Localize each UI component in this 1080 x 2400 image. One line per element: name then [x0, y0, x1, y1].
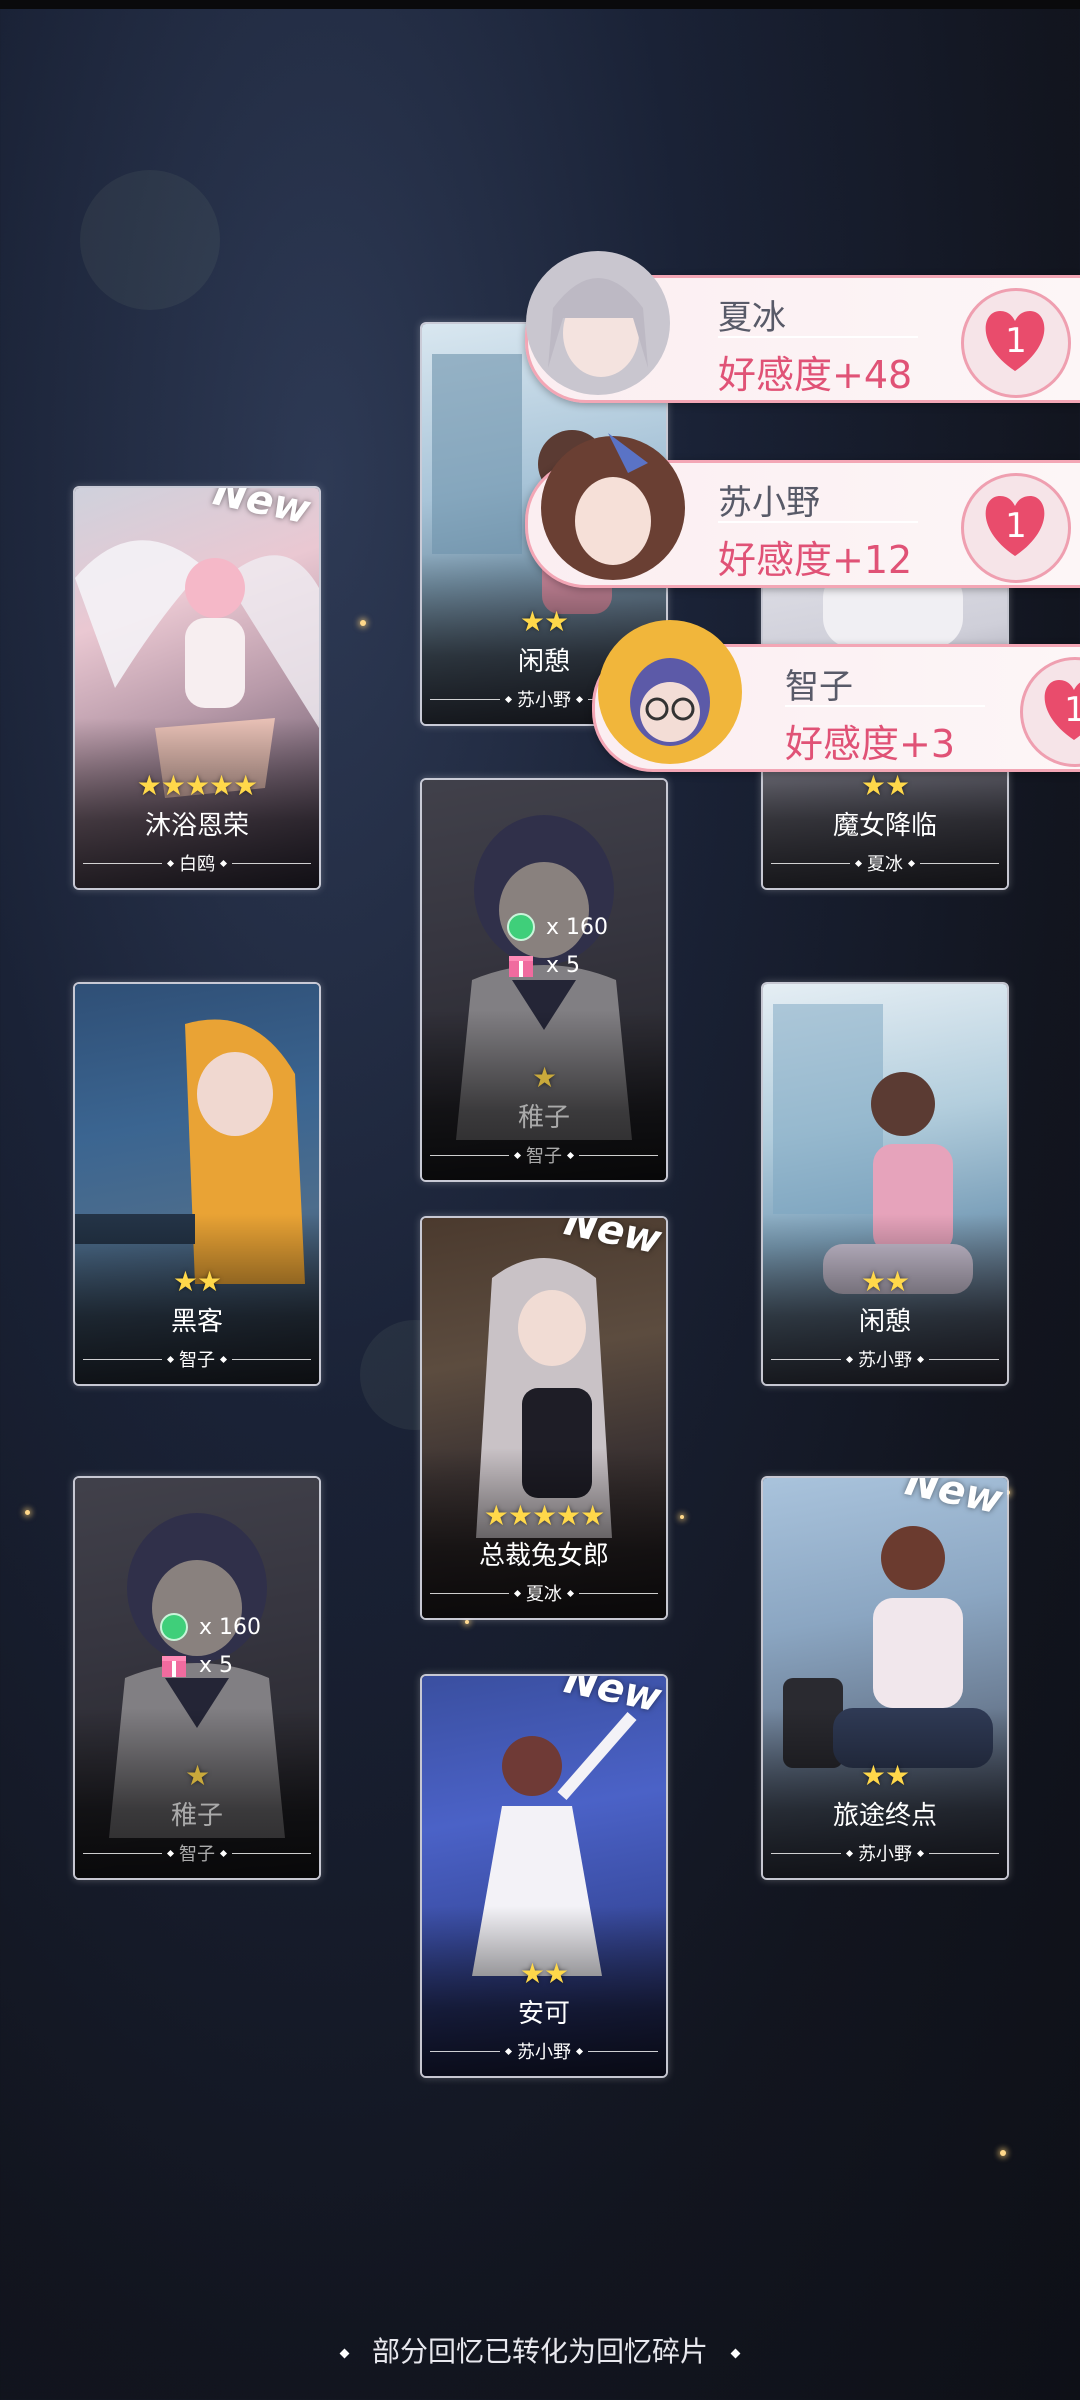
owner-name: 白鸥: [179, 854, 215, 875]
card-title: 旅途终点: [832, 1801, 937, 1831]
character-avatar: [541, 433, 685, 580]
owner-name: 智子: [179, 1350, 215, 1371]
reward-gift-count: x 5: [546, 952, 581, 978]
character-name: 夏冰: [718, 298, 786, 338]
owner-name: 智子: [526, 1146, 562, 1167]
reward-gift-count: x 5: [199, 1652, 234, 1678]
reward-crystal: x 160: [159, 1612, 261, 1642]
sparkle: [680, 1515, 684, 1519]
character-avatar: [598, 620, 742, 764]
affinity-value: 好感度+12: [718, 538, 913, 582]
green-gem-icon: [507, 913, 535, 941]
rarity-stars: ★★★★★: [136, 769, 259, 802]
memory-card[interactable]: x 160 x 5 ★ 稚子 智子: [73, 1476, 321, 1880]
character-name: 智子: [785, 667, 853, 707]
sparkle: [1000, 2150, 1006, 2156]
footer-text: 部分回忆已转化为回忆碎片: [371, 2335, 708, 2368]
character-name: 苏小野: [718, 483, 820, 523]
owner-name: 夏冰: [867, 854, 903, 875]
status-bar: [0, 0, 1080, 9]
affinity-level-badge: 1: [1020, 657, 1080, 767]
reward-gift: x 5: [159, 1650, 233, 1680]
card-title: 总裁兔女郎: [478, 1541, 609, 1571]
card-owner: 智子: [83, 1348, 311, 1371]
sparkle: [25, 1510, 30, 1515]
diamond-bullet-icon: [730, 2348, 741, 2358]
affinity-value: 好感度+48: [718, 353, 913, 397]
owner-name: 苏小野: [517, 2042, 571, 2063]
affinity-value: 好感度+3: [785, 722, 956, 766]
card-title: 闲憩: [858, 1307, 911, 1337]
sparkle: [465, 1620, 469, 1624]
card-owner: 夏冰: [771, 852, 999, 875]
card-title: 安可: [517, 1999, 570, 2029]
card-owner: 智子: [430, 1144, 658, 1167]
card-owner: 苏小野: [771, 1348, 999, 1371]
pink-gift-box-icon: [509, 956, 533, 977]
card-title: 稚子: [170, 1801, 223, 1831]
card-title: 黑客: [170, 1307, 223, 1337]
reward-crystal-count: x 160: [546, 914, 609, 940]
bokeh-glow: [80, 170, 220, 310]
affinity-panel: 夏冰 好感度+48 1: [525, 251, 1080, 403]
memory-card[interactable]: ★★ 安可 苏小野 New: [420, 1674, 668, 2078]
card-title: 魔女降临: [832, 811, 937, 841]
memory-card[interactable]: ★★ 黑客 智子: [73, 982, 321, 1386]
divider: [785, 705, 985, 707]
rarity-stars: ★★: [860, 1265, 910, 1298]
owner-name: 智子: [179, 1844, 215, 1865]
sparkle: [360, 620, 366, 626]
memory-card[interactable]: ★★ 旅途终点 苏小野 New: [761, 1476, 1009, 1880]
affinity-panel: 苏小野 好感度+12 1: [525, 433, 1080, 588]
reward-gift: x 5: [506, 950, 580, 980]
card-title: 稚子: [517, 1103, 570, 1133]
card-owner: 智子: [83, 1842, 311, 1865]
affinity-level: 1: [1005, 506, 1027, 546]
owner-name: 苏小野: [517, 690, 571, 711]
rarity-stars: ★★: [860, 1759, 910, 1792]
card-owner: 白鸥: [83, 852, 311, 875]
owner-name: 夏冰: [526, 1584, 562, 1605]
card-title: 沐浴恩荣: [144, 811, 249, 841]
rarity-stars: ★: [531, 1061, 557, 1094]
affinity-level-badge: 1: [961, 473, 1071, 583]
divider: [718, 336, 918, 338]
card-owner: 苏小野: [430, 2040, 658, 2063]
memory-card[interactable]: ★★★★★ 总裁兔女郎 夏冰 New: [420, 1216, 668, 1620]
memory-card[interactable]: ★★★★★ 沐浴恩荣 白鸥 New: [73, 486, 321, 890]
diamond-bullet-icon: [339, 2348, 350, 2358]
rarity-stars: ★★: [860, 769, 910, 802]
affinity-level: 1: [1064, 690, 1080, 730]
owner-name: 苏小野: [858, 1844, 912, 1865]
pink-gift-box-icon: [162, 1656, 186, 1677]
green-gem-icon: [160, 1613, 188, 1641]
rarity-stars: ★★★★★: [483, 1499, 606, 1532]
rarity-stars: ★★: [519, 1957, 569, 1990]
affinity-level: 1: [1005, 321, 1027, 361]
divider: [718, 521, 918, 523]
affinity-level-badge: 1: [961, 288, 1071, 398]
footer-notice: 部分回忆已转化为回忆碎片: [0, 2330, 1080, 2370]
memory-card[interactable]: x 160 x 5 ★ 稚子 智子: [420, 778, 668, 1182]
owner-name: 苏小野: [858, 1350, 912, 1371]
character-avatar: [526, 251, 670, 395]
reward-crystal: x 160: [506, 912, 608, 942]
rarity-stars: ★★: [172, 1265, 222, 1298]
card-owner: 夏冰: [430, 1582, 658, 1605]
card-owner: 苏小野: [771, 1842, 999, 1865]
rarity-stars: ★: [184, 1759, 210, 1792]
memory-card[interactable]: ★★ 闲憩 苏小野: [761, 982, 1009, 1386]
reward-crystal-count: x 160: [199, 1614, 262, 1640]
affinity-panel: 智子 好感度+3 1: [592, 620, 1080, 772]
